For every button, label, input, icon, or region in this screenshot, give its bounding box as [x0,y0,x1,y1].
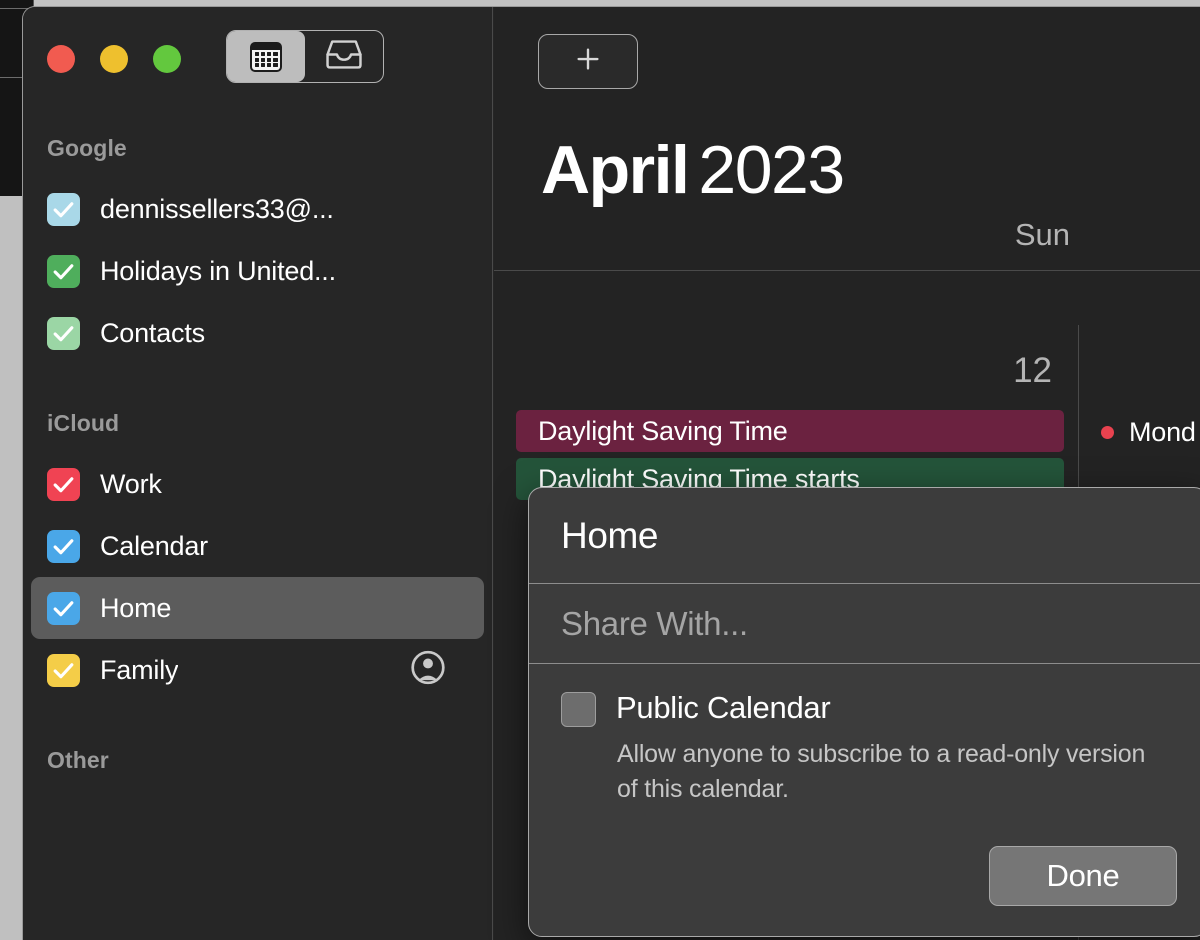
sidebar-list-icloud: Work Calendar Home Family [23,453,492,701]
calendar-checkbox[interactable] [47,254,80,288]
event-daylight-saving-time[interactable]: Daylight Saving Time [516,410,1064,452]
event-title: Daylight Saving Time [538,415,788,446]
calendar-window: Google dennissellers33@... Holidays in U… [22,6,1200,940]
event-color-dot [1101,426,1114,439]
traffic-light-controls [47,45,181,73]
event-monday[interactable]: Mond [1101,417,1200,448]
zoom-button[interactable] [153,45,181,73]
sidebar-item-home[interactable]: Home [31,577,484,639]
view-toggle-segmented-control [226,30,384,83]
main-toolbar [494,7,1200,107]
weekday-header-row: Sun [494,209,1200,271]
sidebar-item-holidays-in-united-states[interactable]: Holidays in United... [31,240,484,302]
share-with-input[interactable]: Share With... [529,584,1200,664]
calendar-name: Calendar [100,530,208,561]
calendar-name: Contacts [100,317,205,348]
public-calendar-row[interactable]: Public Calendar [529,664,1200,727]
month-year-title: April 2023 [494,107,1200,209]
calendar-share-popover: Home Share With... Public Calendar Allow… [528,487,1200,937]
sidebar-item-family[interactable]: Family [31,639,484,701]
done-button[interactable]: Done [989,846,1177,906]
sidebar-section-header-other: Other [47,747,109,773]
calendar-name: Family [100,654,179,685]
public-calendar-description: Allow anyone to subscribe to a read-only… [617,740,1146,803]
calendar-checkbox[interactable] [47,467,80,501]
calendar-name: Holidays in United... [100,255,336,286]
sidebar: Google dennissellers33@... Holidays in U… [23,7,493,940]
inbox-view-segment[interactable] [305,31,383,82]
day-number: 12 [1013,351,1052,390]
year-label: 2023 [698,132,845,208]
sidebar-list-google: dennissellers33@... Holidays in United..… [23,178,492,364]
public-calendar-label: Public Calendar [616,690,831,725]
plus-icon [573,44,603,79]
popover-calendar-name-field[interactable]: Home [529,488,1200,584]
month-label: April [541,132,690,208]
calendar-checkbox[interactable] [47,316,80,350]
event-title: Mond [1129,417,1196,447]
weekday-label-sun: Sun [1014,217,1070,252]
calendar-checkbox[interactable] [47,591,80,625]
calendar-checkbox[interactable] [47,653,80,687]
sidebar-item-work[interactable]: Work [31,453,484,515]
calendar-view-segment[interactable] [227,31,305,82]
popover-pointer-arrow [529,666,530,722]
calendar-checkbox[interactable] [47,192,80,226]
minimize-button[interactable] [100,45,128,73]
calendar-checkbox[interactable] [47,529,80,563]
sidebar-section-header-google: Google [47,135,127,161]
sidebar-item-calendar[interactable]: Calendar [31,515,484,577]
shared-calendar-person-icon[interactable] [410,650,446,691]
calendar-name: Home [100,592,172,623]
window-titlebar [23,7,492,107]
public-calendar-checkbox[interactable] [561,692,596,727]
sidebar-item-contacts[interactable]: Contacts [31,302,484,364]
sidebar-item-dennissellers33[interactable]: dennissellers33@... [31,178,484,240]
calendar-name: dennissellers33@... [100,193,334,224]
close-button[interactable] [47,45,75,73]
calendar-name: Work [100,468,162,499]
calendar-grid-icon [250,41,282,72]
sidebar-section-header-icloud: iCloud [47,410,120,436]
add-event-button[interactable] [538,34,638,89]
inbox-tray-icon [324,38,364,76]
